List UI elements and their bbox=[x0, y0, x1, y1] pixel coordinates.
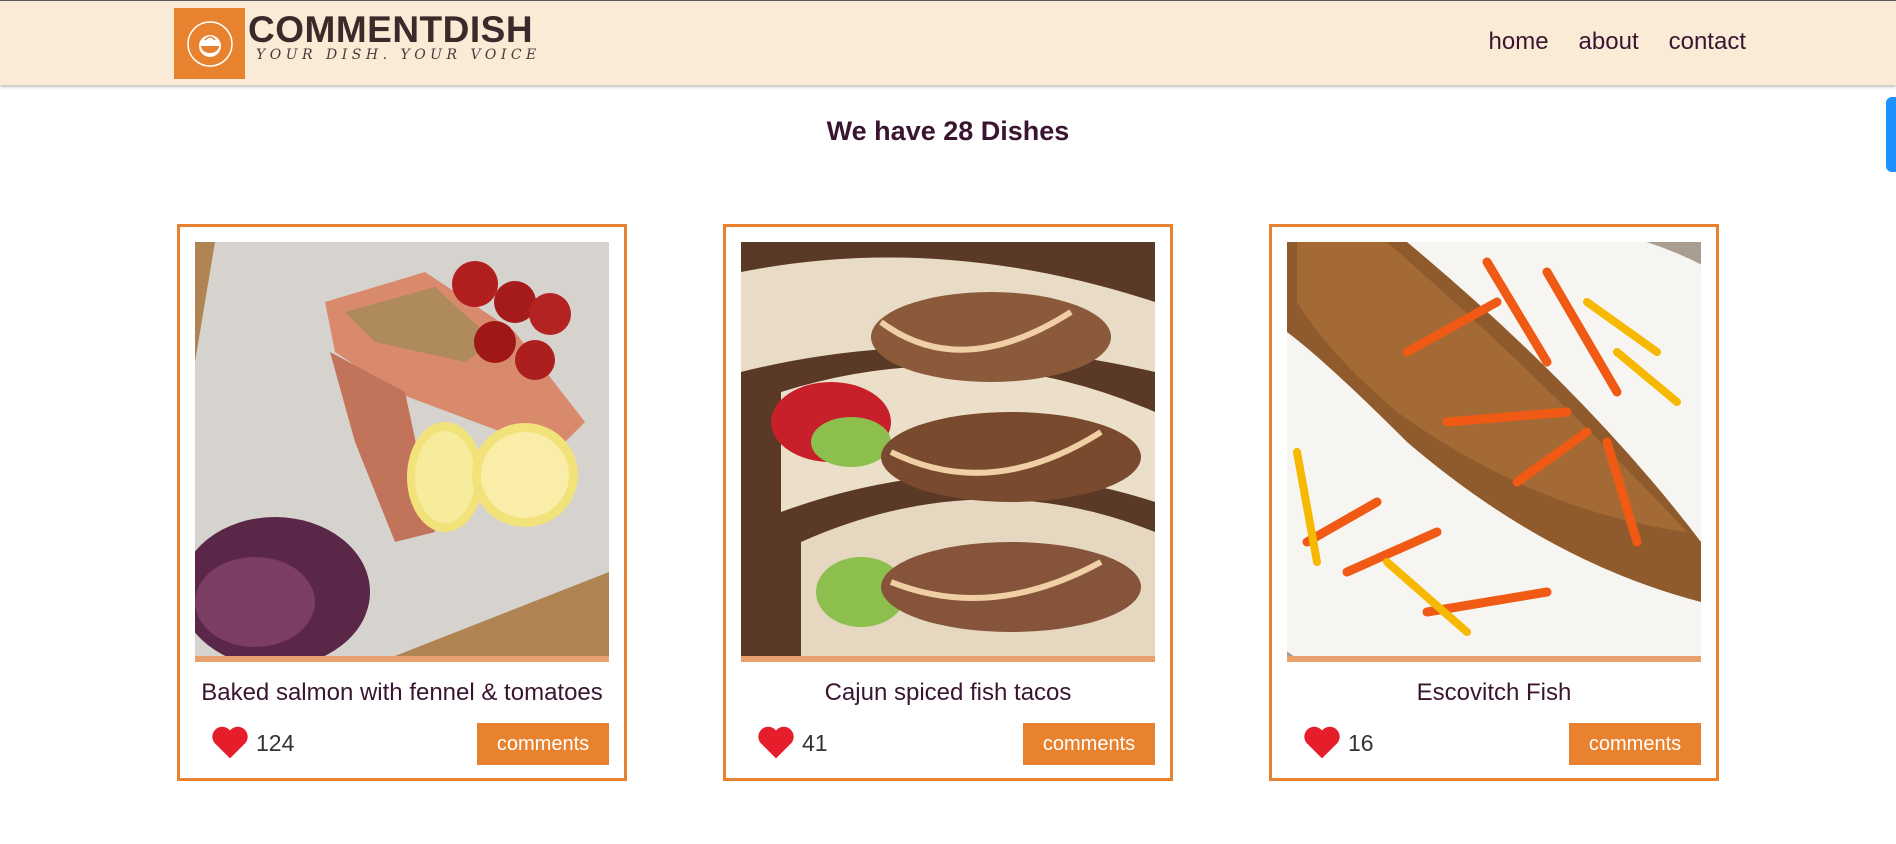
site-header: COMMENTDISH YOUR DISH. YOUR VOICE home a… bbox=[0, 0, 1896, 85]
dish-name: Baked salmon with fennel & tomatoes bbox=[201, 679, 603, 706]
dish-image[interactable] bbox=[195, 242, 609, 656]
brand-name: COMMENTDISH bbox=[248, 9, 534, 50]
logo[interactable] bbox=[174, 8, 245, 79]
dish-image[interactable] bbox=[741, 242, 1155, 656]
nav-home-link[interactable]: home bbox=[1489, 30, 1549, 54]
heart-icon[interactable] bbox=[1302, 724, 1342, 760]
nav-about-link[interactable]: about bbox=[1579, 30, 1639, 54]
dish-name: Escovitch Fish bbox=[1416, 679, 1572, 706]
heart-icon[interactable] bbox=[756, 724, 796, 760]
dish-card: Escovitch Fish 16 comments bbox=[1269, 224, 1719, 781]
comments-button[interactable]: comments bbox=[1023, 723, 1155, 765]
heart-icon[interactable] bbox=[210, 724, 250, 760]
logo-seal-icon bbox=[186, 20, 233, 67]
image-underline bbox=[1287, 656, 1701, 662]
like-count: 41 bbox=[802, 730, 828, 756]
comments-button[interactable]: comments bbox=[1569, 723, 1701, 765]
nav-contact-link[interactable]: contact bbox=[1669, 30, 1746, 54]
dish-card: Baked salmon with fennel & tomatoes 124 … bbox=[177, 224, 627, 781]
comments-button[interactable]: comments bbox=[477, 723, 609, 765]
image-underline bbox=[195, 656, 609, 662]
dish-name: Cajun spiced fish tacos bbox=[824, 679, 1072, 706]
dish-card: Cajun spiced fish tacos 41 comments bbox=[723, 224, 1173, 781]
like-count: 16 bbox=[1348, 730, 1374, 756]
dish-image[interactable] bbox=[1287, 242, 1701, 656]
image-underline bbox=[741, 656, 1155, 662]
like-count: 124 bbox=[256, 730, 295, 756]
page-title: We have 28 Dishes bbox=[826, 116, 1070, 146]
main-nav: home about contact bbox=[1489, 30, 1747, 54]
brand-tagline: YOUR DISH. YOUR VOICE bbox=[256, 47, 541, 63]
